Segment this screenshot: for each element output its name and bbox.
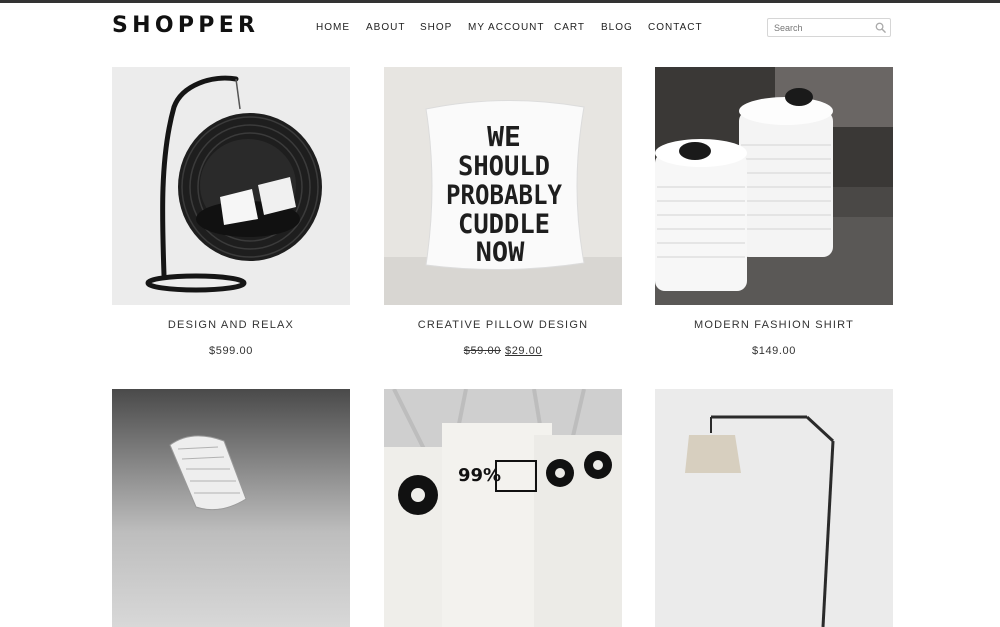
pillow-text-line: NOW	[476, 237, 526, 268]
pillow-text-line: WE	[487, 120, 521, 153]
product-title[interactable]: DESIGN AND RELAX	[112, 318, 350, 332]
product-price: $59.00 $29.00	[384, 344, 622, 358]
tote-text: 99%	[458, 465, 501, 486]
top-border	[0, 0, 1000, 3]
product-image-bowl[interactable]	[112, 389, 350, 627]
nav-cart[interactable]: CART	[554, 22, 585, 34]
product-image-lamp[interactable]	[655, 389, 893, 627]
old-price: $59.00	[463, 345, 501, 357]
search-icon[interactable]	[875, 22, 886, 33]
product-title[interactable]: CREATIVE PILLOW DESIGN	[384, 318, 622, 332]
product-price: $599.00	[112, 344, 350, 358]
product-title[interactable]: MODERN FASHION SHIRT	[655, 318, 893, 332]
product-image-totes[interactable]: 99%	[384, 389, 622, 627]
product-image-chair[interactable]	[112, 67, 350, 305]
pillow-text-line: SHOULD	[458, 151, 550, 182]
search-box	[767, 18, 891, 37]
search-input[interactable]	[768, 19, 878, 36]
nav-shop[interactable]: SHOP	[420, 22, 452, 34]
pillow-text-line: PROBABLY	[446, 180, 563, 211]
current-price: $149.00	[752, 345, 796, 357]
nav-my-account[interactable]: MY ACCOUNT	[468, 22, 545, 34]
sale-price[interactable]: $29.00	[505, 345, 542, 357]
product-price: $149.00	[655, 344, 893, 358]
product-image-pillow[interactable]: WE SHOULD PROBABLY CUDDLE NOW	[384, 67, 622, 305]
nav-home[interactable]: HOME	[316, 22, 350, 34]
site-logo[interactable]: SHOPPER	[112, 13, 259, 39]
product-image-canisters[interactable]	[655, 67, 893, 305]
nav-contact[interactable]: CONTACT	[648, 22, 703, 34]
nav-about[interactable]: ABOUT	[366, 22, 405, 34]
current-price: $599.00	[209, 345, 253, 357]
nav-blog[interactable]: BLOG	[601, 22, 633, 34]
pillow-text-line: CUDDLE	[458, 209, 550, 240]
